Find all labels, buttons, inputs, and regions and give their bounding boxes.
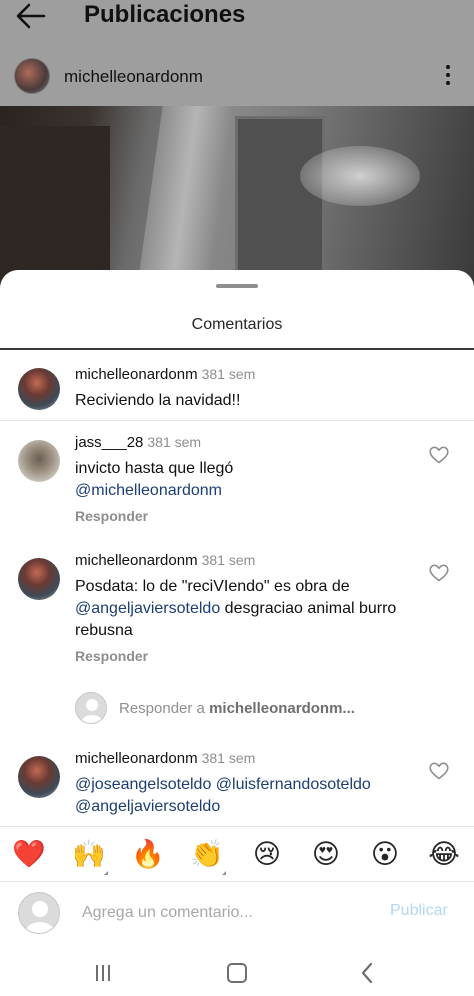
reply-prefix: Responder a — [119, 700, 210, 717]
post-header: michelleonardonm — [0, 40, 474, 106]
like-heart-icon[interactable] — [429, 564, 449, 582]
comment-input[interactable] — [82, 900, 372, 926]
comment-username[interactable]: michelleonardonm — [75, 366, 198, 383]
emoji-clapping-button[interactable]: 👏 — [190, 839, 224, 869]
comment-body: invicto hasta que llegó — [75, 460, 234, 477]
skin-tone-indicator — [222, 871, 226, 875]
comment-item: michelleonardonm 381 sem Posdata: lo de "… — [0, 550, 474, 670]
comment-item: michelleonardonm 381 sem Reciviendo la na… — [0, 364, 474, 424]
comment-body: Posdata: lo de "reciVIendo" es obra de — [75, 578, 350, 595]
reply-to-text: Responder a michelleonardonm... — [119, 700, 355, 717]
post-image — [0, 106, 474, 286]
publish-button[interactable]: Publicar — [390, 902, 448, 920]
top-bar: Publicaciones — [0, 0, 474, 40]
comment-username[interactable]: michelleonardonm — [75, 552, 198, 569]
comment-header: michelleonardonm 381 sem — [75, 366, 255, 383]
avatar[interactable] — [18, 440, 60, 482]
comment-username[interactable]: michelleonardonm — [75, 750, 198, 767]
nav-back-icon[interactable] — [360, 962, 374, 984]
user-avatar-placeholder — [75, 692, 107, 724]
mention-link[interactable]: @michelleonardonm — [75, 482, 222, 499]
like-heart-icon[interactable] — [429, 762, 449, 780]
comment-timestamp: 381 sem — [147, 434, 202, 450]
comment-timestamp: 381 sem — [201, 552, 256, 568]
emoji-quick-bar: ❤️ 🙌 🔥 👏 😢 😍 😮 😂 — [0, 826, 474, 882]
avatar[interactable] — [18, 756, 60, 798]
skin-tone-indicator — [104, 871, 108, 875]
sheet-drag-handle[interactable] — [216, 284, 258, 288]
like-heart-icon[interactable] — [429, 446, 449, 464]
comment-text: Reciviendo la navidad!! — [75, 392, 241, 409]
emoji-heart-eyes-button[interactable]: 😍 — [309, 839, 343, 869]
reply-button[interactable]: Responder — [75, 648, 148, 664]
emoji-raised-hands-button[interactable]: 🙌 — [72, 839, 106, 869]
divider — [0, 348, 474, 350]
recent-apps-icon[interactable] — [94, 964, 112, 982]
home-icon[interactable] — [227, 963, 247, 983]
reply-to-prompt[interactable]: Responder a michelleonardonm... — [75, 692, 455, 726]
emoji-surprised-button[interactable]: 😮 — [368, 839, 402, 869]
emoji-heart-button[interactable]: ❤️ — [12, 839, 46, 869]
post-author-avatar[interactable] — [14, 58, 50, 94]
mention-link[interactable]: @angeljaviersoteldo — [75, 600, 220, 617]
emoji-laughing-button[interactable]: 😂 — [427, 839, 461, 869]
comment-item: michelleonardonm 381 sem @joseangelsoteld… — [0, 748, 474, 828]
comment-timestamp: 381 sem — [201, 750, 256, 766]
reply-button[interactable]: Responder — [75, 508, 148, 524]
mention-link[interactable]: @luisfernandosoteldo — [216, 776, 371, 793]
mention-link[interactable]: @joseangelsoteldo — [75, 776, 211, 793]
current-user-avatar — [18, 892, 60, 934]
mention-link[interactable]: @angeljaviersoteldo — [75, 798, 220, 815]
avatar[interactable] — [18, 368, 60, 410]
comment-item: jass___28 381 sem invicto hasta que llegó… — [0, 432, 474, 532]
comment-header: jass___28 381 sem — [75, 434, 201, 451]
comment-composer: Publicar — [0, 882, 474, 946]
emoji-crying-button[interactable]: 😢 — [250, 839, 284, 869]
comment-timestamp: 381 sem — [201, 366, 256, 382]
comment-text: invicto hasta que llegó @michelleonardon… — [75, 458, 415, 502]
divider — [0, 420, 474, 421]
comment-text: @joseangelsoteldo @luisfernandosoteldo @… — [75, 774, 425, 818]
reply-target-username: michelleonardonm... — [209, 700, 355, 717]
back-arrow-icon[interactable] — [14, 2, 48, 30]
more-options-icon[interactable] — [440, 64, 456, 86]
comments-sheet: Comentarios michelleonardonm 381 sem Reci… — [0, 270, 474, 996]
page-title: Publicaciones — [84, 1, 246, 28]
comment-header: michelleonardonm 381 sem — [75, 750, 255, 767]
comment-header: michelleonardonm 381 sem — [75, 552, 255, 569]
post-author-username[interactable]: michelleonardonm — [64, 67, 203, 87]
comment-text: Posdata: lo de "reciVIendo" es obra de @… — [75, 576, 415, 642]
avatar[interactable] — [18, 558, 60, 600]
comment-username[interactable]: jass___28 — [75, 434, 143, 451]
system-navigation-bar — [0, 946, 474, 996]
emoji-fire-button[interactable]: 🔥 — [131, 839, 165, 869]
sheet-title: Comentarios — [191, 316, 283, 333]
